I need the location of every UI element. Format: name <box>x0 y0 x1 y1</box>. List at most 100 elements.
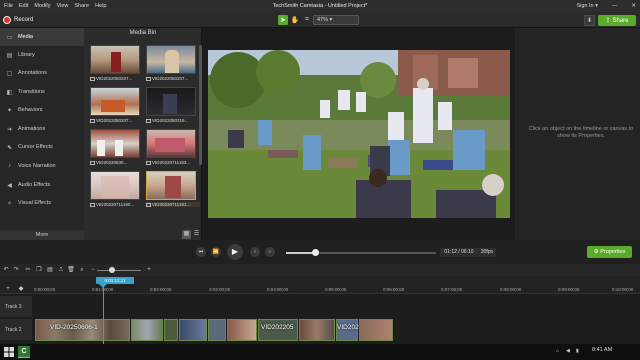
sign-in-link[interactable]: Sign In ▾ <box>576 3 597 9</box>
menu-edit[interactable]: Edit <box>19 3 28 9</box>
record-button[interactable]: Record <box>3 15 33 25</box>
tool-behaviors[interactable]: ✦ Behaviors <box>0 101 84 119</box>
media-bin-title: Media Bin <box>129 30 157 36</box>
media-item-selected[interactable]: VID20220711191... <box>146 171 200 209</box>
add-track-icon[interactable]: + <box>4 285 12 293</box>
pan-tool-icon[interactable]: ✋ <box>290 15 300 25</box>
grid-view-icon[interactable]: ▦ <box>182 230 191 239</box>
library-icon: ▤ <box>6 52 13 59</box>
cursor-icon: ⬉ <box>6 144 13 151</box>
ruler-tick: 0:02:00;00 <box>150 287 172 292</box>
undo-icon[interactable]: ↶ <box>2 266 10 274</box>
ruler-tick: 0:08:00;00 <box>500 287 522 292</box>
video-preview[interactable] <box>208 50 510 218</box>
split-icon[interactable]: ⎍ <box>57 266 65 274</box>
share-icon: ⇪ <box>605 18 611 24</box>
play-button[interactable]: ▶ <box>227 244 243 260</box>
timeline-clip[interactable] <box>179 319 207 341</box>
tool-media[interactable]: ▭ Media <box>0 28 84 46</box>
step-back-icon[interactable]: ⏮ <box>196 247 206 257</box>
tool-animations[interactable]: ➜ Animations <box>0 120 84 138</box>
menu-file[interactable]: File <box>4 3 13 9</box>
track-3-header[interactable]: Track 3 <box>0 296 32 318</box>
zoom-out-icon[interactable]: − <box>89 266 97 274</box>
volume-icon[interactable]: ◀ <box>566 348 572 354</box>
list-view-icon[interactable]: ☰ <box>192 230 201 239</box>
camtasia-taskbar-icon[interactable]: C <box>18 346 30 358</box>
tool-transitions[interactable]: ◧ Transitions <box>0 83 84 101</box>
timeline-clip[interactable] <box>227 319 257 341</box>
menu-modify[interactable]: Modify <box>34 3 50 9</box>
os-taskbar <box>0 344 640 360</box>
tool-annotations[interactable]: ▢ Annotations <box>0 64 84 82</box>
clip-label: VID202 <box>337 324 359 331</box>
windows-start-icon[interactable] <box>4 347 14 357</box>
properties-panel: Click an object on the timeline or canva… <box>515 28 640 240</box>
record-label: Record <box>14 17 34 23</box>
fps-display: 30fps <box>478 248 496 257</box>
next-frame-icon[interactable]: › <box>265 247 275 257</box>
select-tool-icon[interactable]: ➤ <box>278 15 288 25</box>
media-item[interactable]: VID2022050207... <box>90 87 140 125</box>
media-item[interactable]: VID2022050219... <box>146 87 196 125</box>
share-button[interactable]: ⇪ Share <box>598 15 636 26</box>
timeline-clip[interactable] <box>208 319 226 341</box>
timeline-clip[interactable] <box>164 319 178 341</box>
ruler-tick: 0:04:00;00 <box>267 287 289 292</box>
tool-visual-effects[interactable]: ✧ Visual Effects <box>0 194 84 212</box>
rewind-icon[interactable]: ⏪ <box>211 247 221 257</box>
copy-icon[interactable]: ❐ <box>35 266 43 274</box>
menu-help[interactable]: Help <box>95 3 106 9</box>
media-item[interactable]: VID20220711190... <box>90 171 140 209</box>
battery-icon[interactable]: ▮ <box>576 348 582 354</box>
record-icon <box>3 16 11 24</box>
ruler-tick: 0:07:00;00 <box>441 287 463 292</box>
media-item[interactable]: VID2022050207... <box>90 45 140 83</box>
animation-icon: ➜ <box>6 126 13 133</box>
crop-tool-icon[interactable]: ⌗ <box>302 15 312 25</box>
media-item[interactable]: VID20220711183... <box>146 129 196 167</box>
cut-icon[interactable]: ✂ <box>24 266 32 274</box>
track-2-header[interactable]: Track 2 <box>0 319 32 341</box>
zoom-in-icon[interactable]: + <box>145 266 153 274</box>
timecode-display: 01:12 / 06:10 <box>440 248 478 257</box>
properties-hint: Click an object on the timeline or canva… <box>528 126 634 139</box>
clip-label: VID202205 <box>261 324 294 331</box>
ruler-tick: 0:05:00;00 <box>325 287 347 292</box>
zoom-search-icon[interactable]: ⌕ <box>78 266 86 274</box>
tool-audio-effects[interactable]: ◀ Audio Effects <box>0 176 84 194</box>
transition-icon: ◧ <box>6 89 13 96</box>
download-icon: ⬇ <box>586 18 593 24</box>
menu-view[interactable]: View <box>57 3 69 9</box>
timeline-zoom-slider[interactable] <box>97 270 141 271</box>
behavior-icon: ✦ <box>6 107 13 114</box>
ruler-tick: 0:06:00;00 <box>383 287 405 292</box>
network-icon[interactable]: ⌂ <box>556 348 562 354</box>
speaker-icon: ◀ <box>7 182 12 189</box>
taskbar-clock: 8:41 AM <box>592 347 613 353</box>
tool-voice-narration[interactable]: ♪ Voice Narration <box>0 157 84 175</box>
clip-label: VID-20250606-1 <box>50 324 98 331</box>
ruler-tick: 0:09:00;00 <box>558 287 580 292</box>
tool-library[interactable]: ▤ Library <box>0 46 84 64</box>
timeline-clip[interactable] <box>131 319 163 341</box>
media-item[interactable]: VID2022050207... <box>146 45 196 83</box>
minimize-button[interactable]: — <box>612 3 618 9</box>
tool-cursor-effects[interactable]: ⬉ Cursor Effects <box>0 138 84 156</box>
trash-icon[interactable]: 🗑 <box>67 266 75 274</box>
properties-button[interactable]: ⚙ Properties <box>587 246 632 258</box>
paste-icon[interactable]: ▤ <box>46 266 54 274</box>
marker-icon[interactable]: ◆ <box>17 285 25 293</box>
zoom-select[interactable]: 47% ▾ <box>313 15 359 25</box>
timeline-clip[interactable] <box>299 319 335 341</box>
redo-icon[interactable]: ↷ <box>12 266 20 274</box>
camtasia-window: File Edit Modify View Share Help TechSmi… <box>0 0 640 360</box>
previous-frame-icon[interactable]: ‹ <box>250 247 260 257</box>
more-button[interactable]: More <box>0 230 84 240</box>
close-button[interactable]: ✕ <box>631 3 636 9</box>
visual-effects-icon: ✧ <box>6 200 13 207</box>
menu-share[interactable]: Share <box>74 3 89 9</box>
download-button[interactable]: ⬇ <box>584 15 595 26</box>
timeline-clip[interactable] <box>359 319 393 341</box>
media-item[interactable]: VID20220530... <box>90 129 140 167</box>
